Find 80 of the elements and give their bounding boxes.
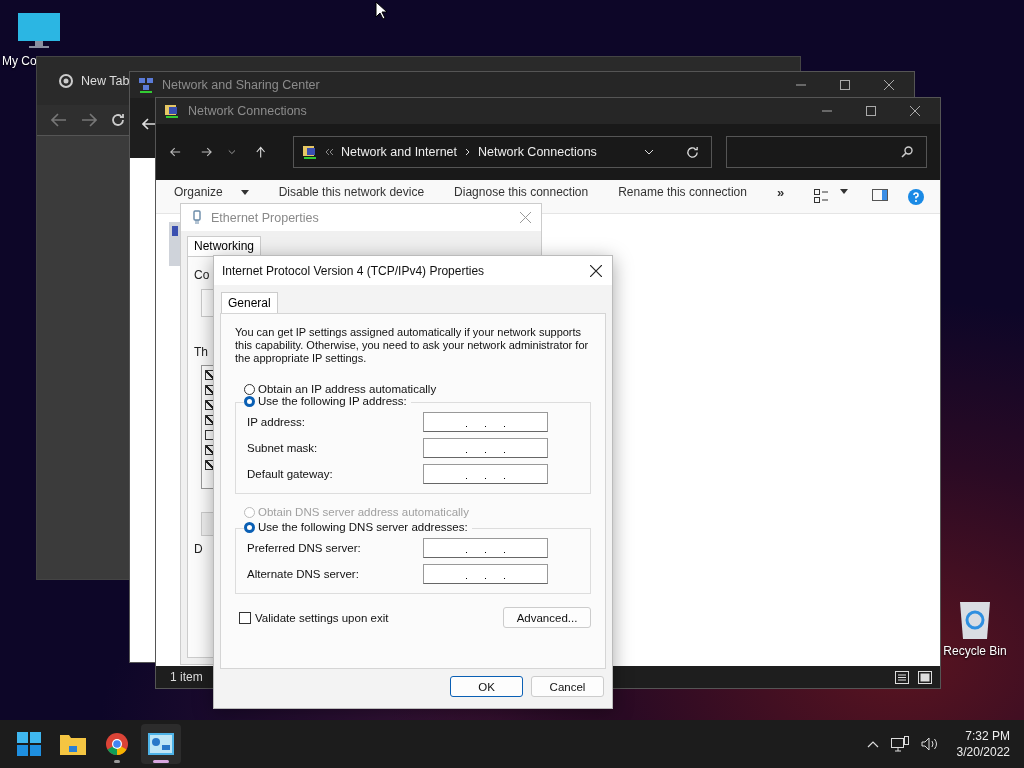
desktop-icon-label[interactable]: My Co <box>2 54 37 68</box>
ethernet-icon <box>193 210 201 225</box>
folder-icon[interactable] <box>60 733 86 755</box>
status-text: 1 item <box>170 670 203 684</box>
back-icon[interactable] <box>170 146 181 158</box>
refresh-icon[interactable] <box>686 145 699 159</box>
reload-icon[interactable] <box>111 113 125 127</box>
description-text: You can get IP settings assigned automatically if your network supports this capability. Otherwise, you need to ask your network administrator for the appropriate IP settings. <box>235 326 590 365</box>
radio-button[interactable] <box>244 521 255 533</box>
chevron-down-icon[interactable] <box>644 149 654 155</box>
radio-label[interactable]: Obtain an IP address automatically <box>258 383 437 395</box>
forward-icon[interactable] <box>200 146 212 158</box>
caret-icon[interactable] <box>840 189 848 194</box>
clock-date[interactable]: 3/20/2022 <box>956 744 1010 760</box>
checkbox[interactable] <box>239 611 251 624</box>
view-options-icon[interactable] <box>814 189 828 203</box>
command-button[interactable]: Organize <box>174 185 223 199</box>
label-text: D <box>194 542 203 556</box>
ip-address-field[interactable] <box>423 538 548 558</box>
field-label: IP address: <box>247 416 305 428</box>
close-icon[interactable] <box>590 264 602 277</box>
ip-address-field[interactable] <box>423 464 548 484</box>
more-commands-button[interactable]: » <box>776 185 785 200</box>
close-icon[interactable] <box>910 106 920 116</box>
radio-button[interactable] <box>244 383 255 395</box>
breadcrumb-item[interactable]: Network and Internet <box>341 145 458 159</box>
field-label: Alternate DNS server: <box>247 568 359 580</box>
command-button[interactable]: Diagnose this connection <box>454 185 589 199</box>
monitor-icon[interactable] <box>17 12 61 50</box>
network-icon <box>138 77 154 93</box>
search-icon <box>901 146 913 158</box>
details-view-icon[interactable] <box>895 670 909 684</box>
tiles-view-icon[interactable] <box>918 670 932 684</box>
volume-icon[interactable] <box>920 737 939 751</box>
ip-address-field[interactable] <box>423 564 548 584</box>
advanced-button[interactable]: Advanced... <box>503 607 591 628</box>
dialog-title: Internet Protocol Version 4 (TCP/IPv4) Properties <box>222 263 485 278</box>
command-button[interactable]: Disable this network device <box>278 185 425 199</box>
ip-address-field[interactable] <box>423 412 548 432</box>
radio-button[interactable] <box>244 395 255 407</box>
search-field[interactable] <box>726 136 927 168</box>
radio-option[interactable]: Obtain an IP address automatically <box>244 383 591 395</box>
start-icon[interactable] <box>17 732 41 756</box>
field-label: Default gateway: <box>247 468 333 480</box>
network-icon[interactable] <box>890 736 909 752</box>
chevrons-left-icon <box>326 149 333 155</box>
up-arrow-icon[interactable] <box>255 145 265 159</box>
address-bar[interactable]: Network and Internet Network Connections <box>293 136 712 168</box>
cancel-button[interactable]: Cancel <box>531 676 604 697</box>
browser-tab[interactable]: New Tab <box>81 74 130 88</box>
breadcrumb-item[interactable]: Network Connections <box>478 145 597 159</box>
field-label: Subnet mask: <box>247 442 318 454</box>
cursor-icon <box>375 1 387 20</box>
chrome-icon[interactable] <box>105 732 129 756</box>
network-folder-icon <box>164 103 180 119</box>
chevron-right-icon <box>465 148 471 156</box>
ok-button[interactable]: OK <box>450 676 523 697</box>
clock-time[interactable]: 7:32 PM <box>965 728 1010 744</box>
desktop-icon-label[interactable]: Recycle Bin <box>943 644 1007 658</box>
label-text: Th <box>194 345 208 359</box>
window-title: Ethernet Properties <box>211 210 319 225</box>
checkbox-label[interactable]: Validate settings upon exit <box>255 611 389 624</box>
chrome-icon <box>59 74 73 88</box>
taskbar-button[interactable] <box>141 724 181 764</box>
help-icon[interactable] <box>908 189 924 205</box>
ip-address-field[interactable] <box>423 438 548 458</box>
maximize-icon[interactable] <box>840 80 850 90</box>
field-label: Preferred DNS server: <box>247 542 361 554</box>
close-icon[interactable] <box>884 80 894 90</box>
network-folder-icon <box>302 144 318 160</box>
chevron-up-icon[interactable] <box>866 740 879 748</box>
caret-icon[interactable] <box>240 190 249 195</box>
preview-pane-icon[interactable] <box>872 189 888 201</box>
dialog-tab[interactable]: General <box>221 292 278 313</box>
command-button[interactable]: Rename this connection <box>618 185 747 199</box>
window-title: Network Connections <box>188 104 307 118</box>
label-text: Co <box>194 268 210 282</box>
maximize-icon[interactable] <box>866 106 876 116</box>
window-title: Network and Sharing Center <box>162 78 320 92</box>
dialog-tab[interactable]: Networking <box>187 236 262 256</box>
